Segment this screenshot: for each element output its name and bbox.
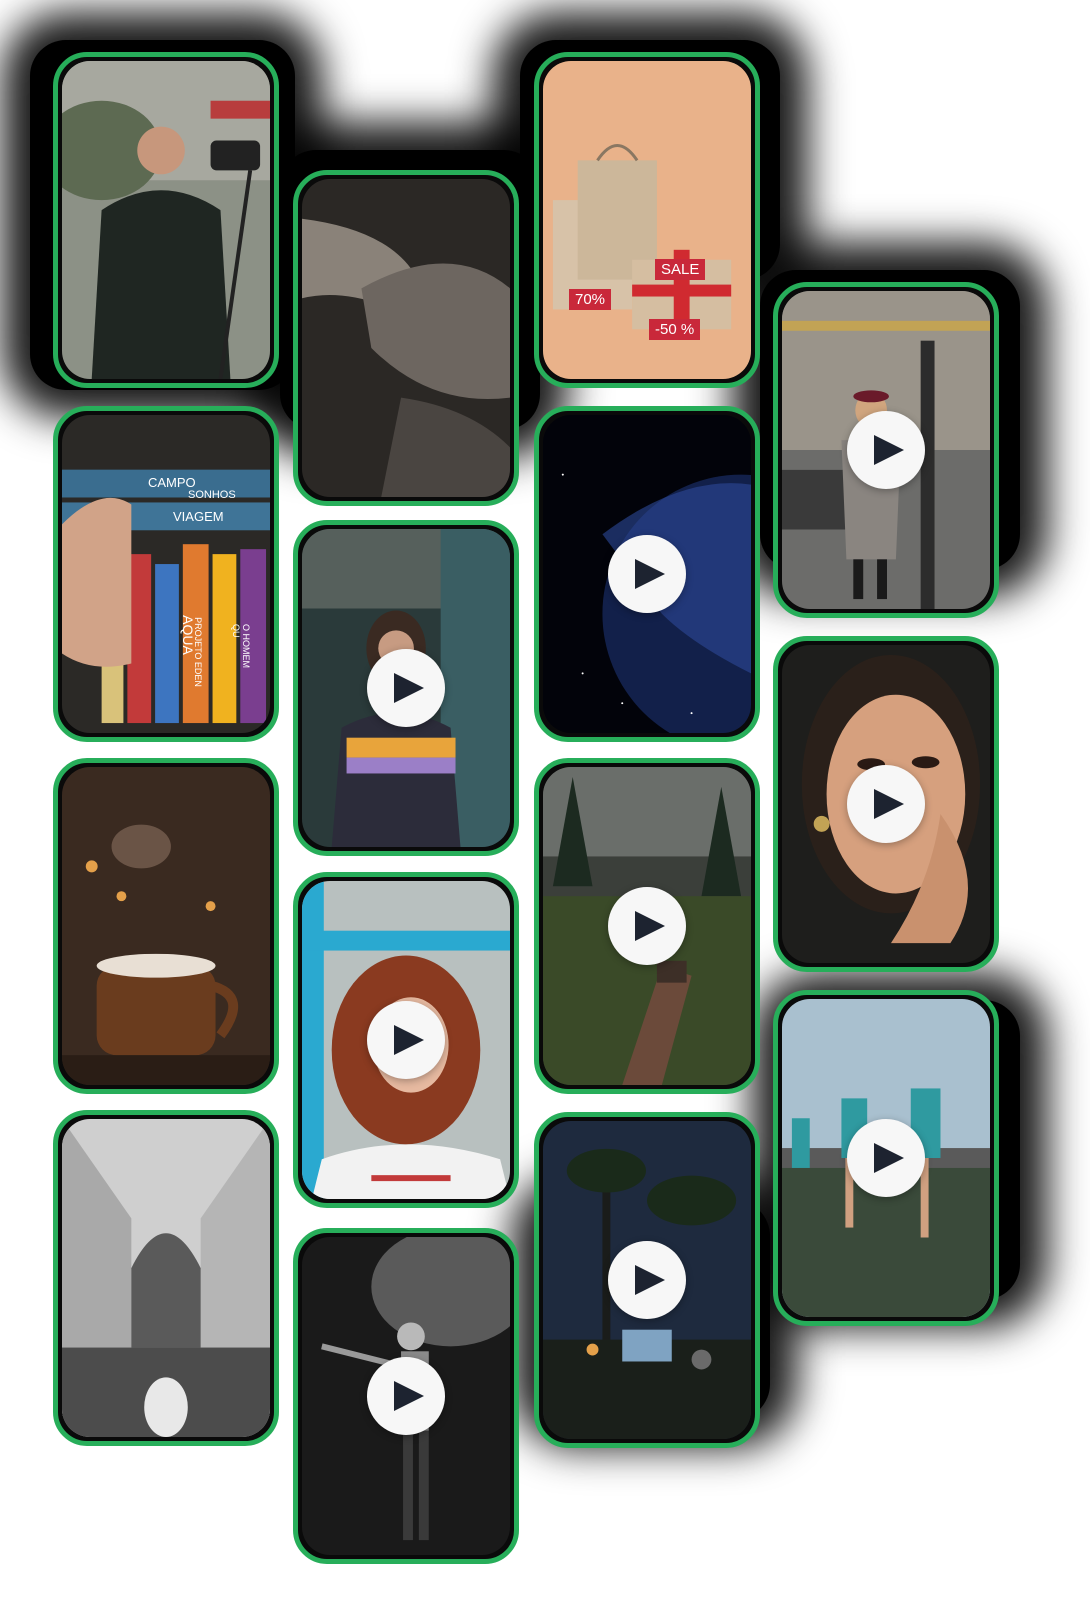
mirror-woman-video[interactable] bbox=[293, 520, 519, 856]
box-discount-tag: -50 % bbox=[649, 319, 701, 340]
stage-performer-video[interactable] bbox=[293, 1228, 519, 1564]
play-button[interactable] bbox=[847, 765, 925, 843]
play-button[interactable] bbox=[367, 649, 445, 727]
play-icon bbox=[874, 789, 904, 819]
bookshelf-image: CAMPO SONHOS VIAGEM AQUA PROJETO EDEN O … bbox=[62, 415, 270, 733]
play-button[interactable] bbox=[608, 1241, 686, 1319]
night-camp-video[interactable] bbox=[534, 1112, 760, 1448]
sale-tag: SALE bbox=[655, 259, 706, 280]
cocoa-mug-image bbox=[62, 767, 270, 1085]
play-button[interactable] bbox=[608, 535, 686, 613]
sale-bags-photo[interactable]: SALE 70% -50 % bbox=[534, 52, 760, 388]
play-icon bbox=[874, 1143, 904, 1173]
play-icon bbox=[394, 1025, 424, 1055]
atrium-dog-image bbox=[62, 1119, 270, 1437]
book-label-6: O HOMEM QU bbox=[231, 624, 251, 668]
red-hair-woman-video[interactable] bbox=[293, 872, 519, 1208]
play-icon bbox=[394, 1381, 424, 1411]
camera-operator-image bbox=[62, 61, 270, 379]
atrium-dog-photo[interactable] bbox=[53, 1110, 279, 1446]
play-button[interactable] bbox=[367, 1001, 445, 1079]
bag-discount-tag: 70% bbox=[569, 289, 612, 310]
book-label-3: VIAGEM bbox=[173, 509, 224, 524]
play-button[interactable] bbox=[608, 887, 686, 965]
play-button[interactable] bbox=[847, 1119, 925, 1197]
forest-legs-video[interactable] bbox=[534, 758, 760, 1094]
book-label-5: PROJETO EDEN bbox=[192, 617, 203, 687]
play-icon bbox=[874, 435, 904, 465]
play-icon bbox=[635, 1265, 665, 1295]
play-button[interactable] bbox=[847, 411, 925, 489]
play-icon bbox=[635, 911, 665, 941]
earth-space-video[interactable] bbox=[534, 406, 760, 742]
street-walk-video[interactable] bbox=[773, 282, 999, 618]
play-icon bbox=[635, 559, 665, 589]
open-hands-image bbox=[302, 179, 510, 497]
camera-operator-photo[interactable] bbox=[53, 52, 279, 388]
portrait-woman-video[interactable] bbox=[773, 636, 999, 972]
cocoa-mug-photo[interactable] bbox=[53, 758, 279, 1094]
sale-bags-image: SALE 70% -50 % bbox=[543, 61, 751, 379]
play-icon bbox=[394, 673, 424, 703]
bookshelf-photo[interactable]: CAMPO SONHOS VIAGEM AQUA PROJETO EDEN O … bbox=[53, 406, 279, 742]
football-players-video[interactable] bbox=[773, 990, 999, 1326]
book-label-2: SONHOS bbox=[188, 489, 236, 501]
play-button[interactable] bbox=[367, 1357, 445, 1435]
open-hands-photo[interactable] bbox=[293, 170, 519, 506]
